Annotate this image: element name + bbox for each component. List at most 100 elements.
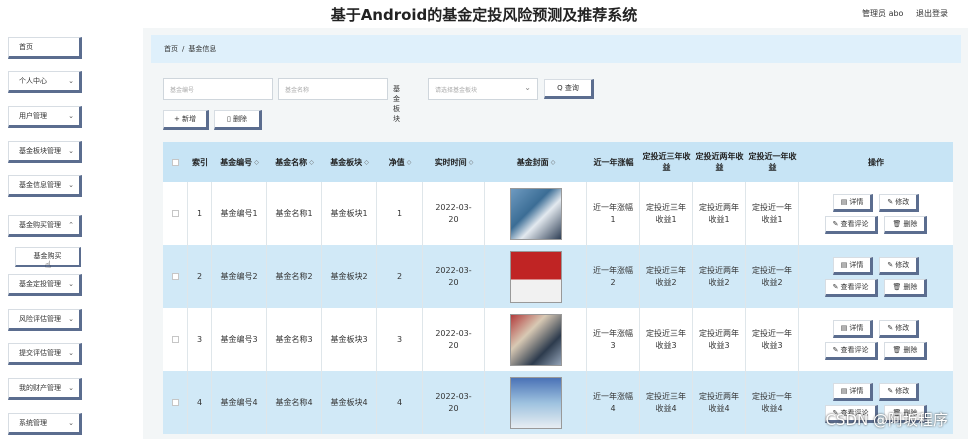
fund-cover-image <box>509 313 562 366</box>
sidebar-item-fund-invest[interactable]: 基金定投管理 ⌄ <box>8 274 82 296</box>
chevron-down-icon: ⌄ <box>68 147 74 155</box>
cell-cover <box>485 245 587 308</box>
chevron-down-icon: ⌄ <box>68 315 74 323</box>
header-time[interactable]: 实时时间 ◇ <box>423 142 485 182</box>
edit-button[interactable]: ✎ 修改 <box>879 256 920 275</box>
row-checkbox[interactable] <box>163 245 188 308</box>
cell-three-year: 定投近三年收益3 <box>640 308 693 371</box>
cell-ops: ▤ 详情 ✎ 修改 ✎ 查看评论 🗑 删除 <box>799 308 953 371</box>
sidebar-item-risk[interactable]: 风险评估管理 ⌄ <box>8 309 82 331</box>
sidebar-item-profile[interactable]: 个人中心 ⌄ <box>8 71 82 93</box>
cell-ops: ▤ 详情 ✎ 修改 ✎ 查看评论 🗑 删除 <box>799 182 953 245</box>
chevron-down-icon: ⌄ <box>68 280 74 288</box>
sidebar-item-home[interactable]: 首页 <box>8 37 82 59</box>
header-nav[interactable]: 净值 ◇ <box>377 142 423 182</box>
fund-cover-image <box>509 187 562 240</box>
sidebar-item-submit[interactable]: 提交评估管理 ⌄ <box>8 343 82 365</box>
sector-label: 基金板块 <box>393 85 400 123</box>
cell-nav: 2 <box>377 245 423 308</box>
page-title: 基于Android的基金定投风险预测及推荐系统 <box>330 6 638 24</box>
logout-link[interactable]: 退出登录 <box>916 9 948 18</box>
breadcrumb: 首页 / 基金信息 <box>151 35 961 63</box>
header-code[interactable]: 基金编号 ◇ <box>212 142 267 182</box>
row-delete-button[interactable]: 🗑 删除 <box>884 341 928 360</box>
cell-last-year: 定投近一年收益3 <box>746 308 799 371</box>
pencil-icon: ✎ <box>832 219 839 228</box>
sidebar-item-users[interactable]: 用户管理 ⌄ <box>8 106 82 128</box>
header-label: 净值 <box>388 157 405 167</box>
trash-icon: 🗑 <box>892 345 902 354</box>
row-checkbox[interactable] <box>163 371 188 434</box>
cell-three-year: 定投近三年收益2 <box>640 245 693 308</box>
comments-button[interactable]: ✎ 查看评论 <box>824 215 879 234</box>
cell-cover <box>485 182 587 245</box>
detail-button[interactable]: ▤ 详情 <box>832 193 874 212</box>
row-delete-button[interactable]: 🗑 删除 <box>884 278 928 297</box>
top-header: 基于Android的基金定投风险预测及推荐系统 管理员 abo 退出登录 <box>0 0 968 28</box>
row-delete-button[interactable]: 🗑 删除 <box>884 215 928 234</box>
edit-label: 修改 <box>895 260 910 269</box>
sector-select[interactable]: 请选择基金板块 ⌄ <box>428 78 538 100</box>
detail-button[interactable]: ▤ 详情 <box>832 319 874 338</box>
hand-cursor-icon: ☝ <box>45 260 52 271</box>
header-cover[interactable]: 基金封面 ◇ <box>485 142 587 182</box>
delete-label: 删除 <box>903 345 918 354</box>
sidebar-item-label: 基金板块管理 <box>19 147 61 155</box>
pencil-icon: ✎ <box>887 323 894 332</box>
breadcrumb-home[interactable]: 首页 <box>164 45 178 53</box>
cell-last-year: 定投近一年收益4 <box>746 371 799 434</box>
edit-label: 修改 <box>895 197 910 206</box>
header-last-year[interactable]: 定投近一年收益 <box>746 142 799 182</box>
detail-button[interactable]: ▤ 详情 <box>832 382 874 401</box>
select-all-checkbox[interactable] <box>163 142 188 182</box>
cell-time: 2022-03-20 <box>423 182 485 245</box>
cell-two-year: 定投近两年收益4 <box>693 371 746 434</box>
document-icon: ▤ <box>840 197 848 206</box>
sidebar-item-fund-purchase[interactable]: 基金购买管理 ⌃ <box>8 215 82 237</box>
sidebar-item-sector[interactable]: 基金板块管理 ⌄ <box>8 141 82 163</box>
cell-code: 基金编号3 <box>212 308 267 371</box>
sidebar-item-label: 系统管理 <box>19 419 47 427</box>
header-three-year[interactable]: 定投近三年收益 <box>640 142 693 182</box>
cell-index: 3 <box>188 308 212 371</box>
cell-two-year: 定投近两年收益3 <box>693 308 746 371</box>
add-button[interactable]: + 新增 <box>163 110 209 130</box>
sort-icon: ◇ <box>309 158 314 166</box>
fund-cover-image <box>509 376 562 429</box>
sidebar-item-system[interactable]: 系统管理 ⌄ <box>8 413 82 435</box>
fund-name-input[interactable]: 基金名称 <box>278 78 388 100</box>
header-one-year[interactable]: 近一年涨幅 <box>587 142 640 182</box>
fund-code-input[interactable]: 基金编号 <box>163 78 273 100</box>
comments-button[interactable]: ✎ 查看评论 <box>824 341 879 360</box>
chevron-down-icon: ⌄ <box>68 384 74 392</box>
chevron-down-icon: ⌄ <box>68 181 74 189</box>
edit-button[interactable]: ✎ 修改 <box>879 193 920 212</box>
cell-code: 基金编号1 <box>212 182 267 245</box>
table-row: 3 基金编号3 基金名称3 基金板块3 3 2022-03-20 近一年涨幅3 … <box>163 308 953 371</box>
header-label: 定投近一年收益 <box>748 152 797 172</box>
detail-button[interactable]: ▤ 详情 <box>832 256 874 275</box>
sidebar-item-assets[interactable]: 我的财产管理 ⌄ <box>8 378 82 400</box>
cell-nav: 3 <box>377 308 423 371</box>
edit-button[interactable]: ✎ 修改 <box>879 382 920 401</box>
cell-nav: 1 <box>377 182 423 245</box>
edit-button[interactable]: ✎ 修改 <box>879 319 920 338</box>
header-name[interactable]: 基金名称 ◇ <box>267 142 322 182</box>
comments-button[interactable]: ✎ 查看评论 <box>824 278 879 297</box>
header-two-year[interactable]: 定投近两年收益 <box>693 142 746 182</box>
delete-button[interactable]: ▯ 删除 <box>214 110 262 130</box>
cell-code: 基金编号2 <box>212 245 267 308</box>
cell-sector: 基金板块1 <box>322 182 377 245</box>
sidebar-item-label: 首页 <box>19 43 33 51</box>
cell-three-year: 定投近三年收益1 <box>640 182 693 245</box>
row-checkbox[interactable] <box>163 308 188 371</box>
chevron-up-icon: ⌃ <box>68 221 74 229</box>
query-button[interactable]: Q 查询 <box>544 79 594 99</box>
sidebar-item-fund-info[interactable]: 基金信息管理 ⌄ <box>8 175 82 197</box>
pencil-icon: ✎ <box>887 386 894 395</box>
header-index[interactable]: 索引 <box>188 142 212 182</box>
row-checkbox[interactable] <box>163 182 188 245</box>
comments-label: 查看评论 <box>840 282 869 291</box>
header-sector[interactable]: 基金板块 ◇ <box>322 142 377 182</box>
detail-label: 详情 <box>849 260 864 269</box>
